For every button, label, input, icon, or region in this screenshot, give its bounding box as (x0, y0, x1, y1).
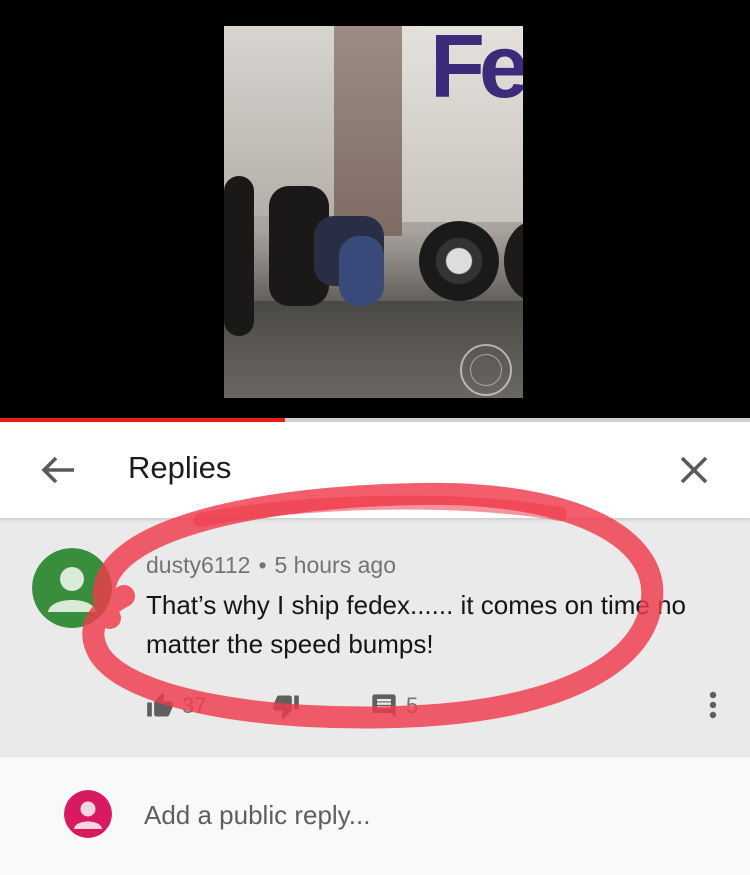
back-button[interactable] (34, 446, 82, 494)
reply-composer (0, 756, 750, 875)
video-player[interactable]: Fe (0, 0, 750, 418)
trailer-logo-text: Fe (430, 26, 523, 117)
comment-text: That’s why I ship fedex...... it comes o… (146, 590, 686, 659)
default-avatar-icon (64, 790, 112, 838)
more-options-button[interactable] (696, 688, 730, 722)
comment-timestamp: 5 hours ago (274, 552, 396, 578)
comment-meta: dusty6112 • 5 hours ago (146, 552, 396, 579)
video-frame[interactable]: Fe (224, 26, 523, 398)
comment-username[interactable]: dusty6112 (146, 552, 250, 578)
default-avatar-icon (32, 548, 112, 628)
avatar[interactable] (32, 548, 112, 628)
reply-count: 5 (406, 693, 419, 718)
like-button[interactable]: 37 (146, 690, 206, 722)
dislike-button[interactable] (272, 690, 300, 722)
truck-wheel (419, 221, 499, 301)
truck-wheel-rear (504, 221, 523, 301)
trailer-gap (334, 26, 402, 236)
meta-separator: • (258, 552, 267, 578)
reply-input[interactable] (144, 795, 704, 835)
comment-icon (372, 694, 396, 718)
current-user-avatar[interactable] (64, 790, 112, 838)
arrow-back-icon (41, 456, 74, 484)
person-figure (224, 176, 254, 336)
page-title: Replies (128, 450, 232, 485)
reply-button[interactable]: 5 (370, 690, 418, 722)
like-count: 37 (182, 693, 207, 718)
comment-item: dusty6112 • 5 hours ago That’s why I ship … (0, 518, 750, 756)
close-button[interactable] (670, 446, 718, 494)
thumb-up-icon (147, 693, 173, 717)
replies-header: Replies (0, 422, 750, 518)
close-icon (680, 456, 708, 484)
person-figure (339, 236, 384, 306)
thumb-down-icon (273, 695, 299, 719)
channel-watermark (460, 344, 512, 396)
more-vert-icon (709, 691, 717, 719)
